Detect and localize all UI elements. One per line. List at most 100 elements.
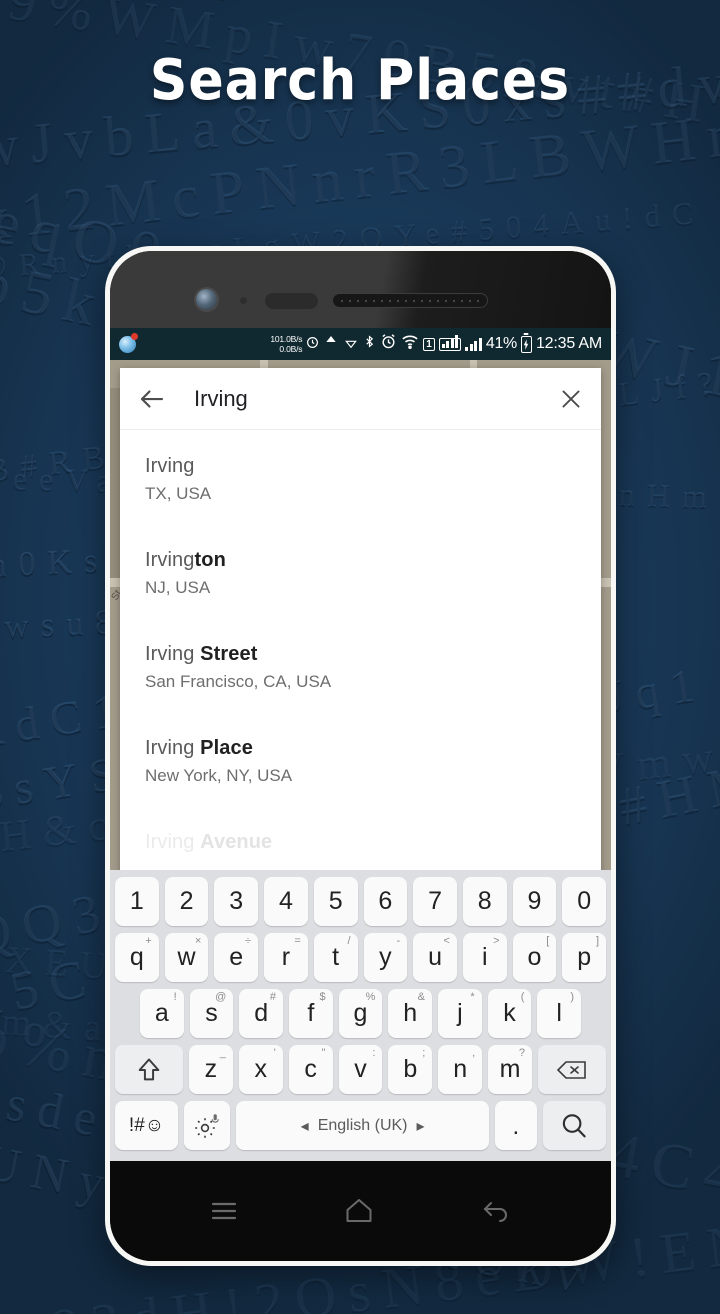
system-navigation-bar: [110, 1161, 611, 1261]
suggestion-title: Irving Street: [145, 643, 258, 665]
status-bar-left: [119, 332, 138, 353]
key-8[interactable]: 8: [462, 877, 507, 926]
on-screen-keyboard: 1 2 3 4 5 6 7 8 9 0 +q ×w ÷e =r /t: [110, 870, 611, 1161]
period-key[interactable]: .: [494, 1101, 537, 1150]
key-w[interactable]: × w: [164, 933, 209, 982]
key-n[interactable]: ,n: [438, 1045, 483, 1094]
key-i[interactable]: > i: [462, 933, 507, 982]
key-y[interactable]: -y: [363, 933, 408, 982]
key-a[interactable]: ! a: [139, 989, 184, 1038]
key-9[interactable]: 9: [512, 877, 557, 926]
key-z[interactable]: _ z: [188, 1045, 233, 1094]
search-bar: Irving: [120, 368, 601, 430]
key-5[interactable]: 5: [313, 877, 358, 926]
download-triangle-icon: [343, 334, 359, 355]
key-o[interactable]: [o: [512, 933, 557, 982]
key-0[interactable]: 0: [562, 877, 607, 926]
keyboard-row-top: + q × w ÷ e = r / t -y < u > i [o ] p: [114, 933, 607, 982]
key-k[interactable]: (k: [487, 989, 532, 1038]
key-u[interactable]: < u: [413, 933, 457, 982]
bluetooth-icon: [363, 333, 376, 355]
upload-download-triangle-icon: [323, 334, 339, 355]
keyboard-row-space: !#☺ ◂ English (UK) ▸ .: [115, 1101, 607, 1150]
list-item[interactable]: Irving TX, USA: [120, 436, 601, 530]
suggestion-subtitle: San Francisco, CA, USA: [145, 672, 332, 691]
key-2[interactable]: 2: [164, 877, 209, 926]
net-speed-up: 0.0B/s: [279, 344, 303, 354]
signal-boxed-icon: [438, 335, 462, 351]
list-item[interactable]: Irving Place New York, NY, USA: [120, 718, 601, 812]
suggestion-subtitle: New York, NY, USA: [145, 766, 293, 785]
status-bar-right: 101.0B/s 0.0B/s 1 41% 12:35 AM: [270, 333, 602, 355]
suggestion-title: Irving Place: [145, 737, 253, 759]
symbols-key[interactable]: !#☺: [115, 1101, 179, 1150]
keyboard-row-bottom: _ z ' x " c :v ; b ,n ? m: [115, 1045, 606, 1094]
space-language-label: English (UK): [317, 1116, 408, 1134]
back-curve-icon[interactable]: [481, 1199, 511, 1228]
key-m[interactable]: ? m: [488, 1045, 532, 1094]
network-speed-indicator: 101.0B/s 0.0B/s: [270, 334, 302, 354]
key-1[interactable]: 1: [114, 877, 159, 926]
battery-charging-icon: [520, 335, 532, 353]
front-camera-icon: [196, 289, 217, 310]
page-title: Search Places: [149, 48, 571, 113]
menu-hamburger-icon[interactable]: [210, 1200, 238, 1227]
key-f[interactable]: $ f: [289, 989, 333, 1038]
key-r[interactable]: = r: [264, 933, 308, 982]
search-input[interactable]: Irving: [194, 386, 558, 412]
close-x-icon[interactable]: [558, 386, 584, 412]
space-next-lang-icon[interactable]: ▸: [417, 1116, 425, 1136]
signal-bars-icon: [465, 337, 482, 351]
gear-microphone-icon[interactable]: [184, 1101, 231, 1150]
keyboard-row-home: ! a @ s # d $ f % g & h * j (k ) l: [115, 989, 606, 1038]
key-h[interactable]: & h: [388, 989, 433, 1038]
key-e[interactable]: ÷ e: [214, 933, 259, 982]
space-key[interactable]: ◂ English (UK) ▸: [236, 1101, 489, 1150]
key-x[interactable]: ' x: [238, 1045, 283, 1094]
key-6[interactable]: 6: [363, 877, 408, 926]
sync-icon: [306, 336, 319, 352]
earpiece-speaker-icon: [332, 293, 488, 308]
backspace-icon[interactable]: [538, 1045, 606, 1094]
suggestion-title: Irvington: [145, 549, 226, 571]
home-icon[interactable]: [345, 1198, 373, 1229]
shift-arrow-icon[interactable]: [115, 1045, 183, 1094]
suggestion-title: Irving Avenue: [145, 831, 273, 853]
key-v[interactable]: :v: [338, 1045, 383, 1094]
net-speed-down: 101.0B/s: [270, 334, 303, 344]
alarm-icon: [380, 333, 397, 355]
key-p[interactable]: ] p: [562, 933, 607, 982]
key-t[interactable]: / t: [313, 933, 358, 982]
status-bar: 101.0B/s 0.0B/s 1 41% 12:35 AM: [110, 328, 611, 360]
key-d[interactable]: # d: [239, 989, 283, 1038]
suggestion-subtitle: NJ, USA: [145, 578, 211, 597]
key-3[interactable]: 3: [214, 877, 259, 926]
device-screen: St Ave 101.0B/s 0.0B/s: [110, 328, 611, 1161]
light-sensor-icon: [265, 293, 318, 309]
key-4[interactable]: 4: [264, 877, 308, 926]
key-7[interactable]: 7: [413, 877, 457, 926]
phone-mockup: St Ave 101.0B/s 0.0B/s: [105, 246, 616, 1266]
battery-percent: 41%: [485, 335, 517, 352]
key-l[interactable]: ) l: [537, 989, 582, 1038]
suggestion-list: Irving TX, USA Irvington NJ, USA Irving …: [120, 430, 601, 906]
phone-screen-frame: St Ave 101.0B/s 0.0B/s: [110, 251, 611, 1261]
key-j[interactable]: * j: [438, 989, 482, 1038]
key-b[interactable]: ; b: [388, 1045, 433, 1094]
back-arrow-icon[interactable]: [137, 384, 167, 414]
suggestion-title: Irving: [145, 455, 195, 477]
magnifier-icon[interactable]: [542, 1101, 607, 1150]
list-item[interactable]: Irvington NJ, USA: [120, 530, 601, 624]
key-c[interactable]: " c: [288, 1045, 333, 1094]
key-s[interactable]: @ s: [189, 989, 234, 1038]
globe-notification-icon: [119, 332, 138, 353]
suggestion-subtitle: TX, USA: [145, 484, 212, 503]
key-g[interactable]: % g: [338, 989, 383, 1038]
list-item[interactable]: Irving Street San Francisco, CA, USA: [120, 624, 601, 718]
phone-top-bezel: [110, 251, 611, 328]
sim-badge: 1: [423, 337, 435, 351]
keyboard-row-numbers: 1 2 3 4 5 6 7 8 9 0: [114, 877, 607, 926]
proximity-sensor-icon: [240, 297, 247, 304]
space-prev-lang-icon[interactable]: ◂: [301, 1116, 309, 1136]
key-q[interactable]: + q: [114, 933, 159, 982]
